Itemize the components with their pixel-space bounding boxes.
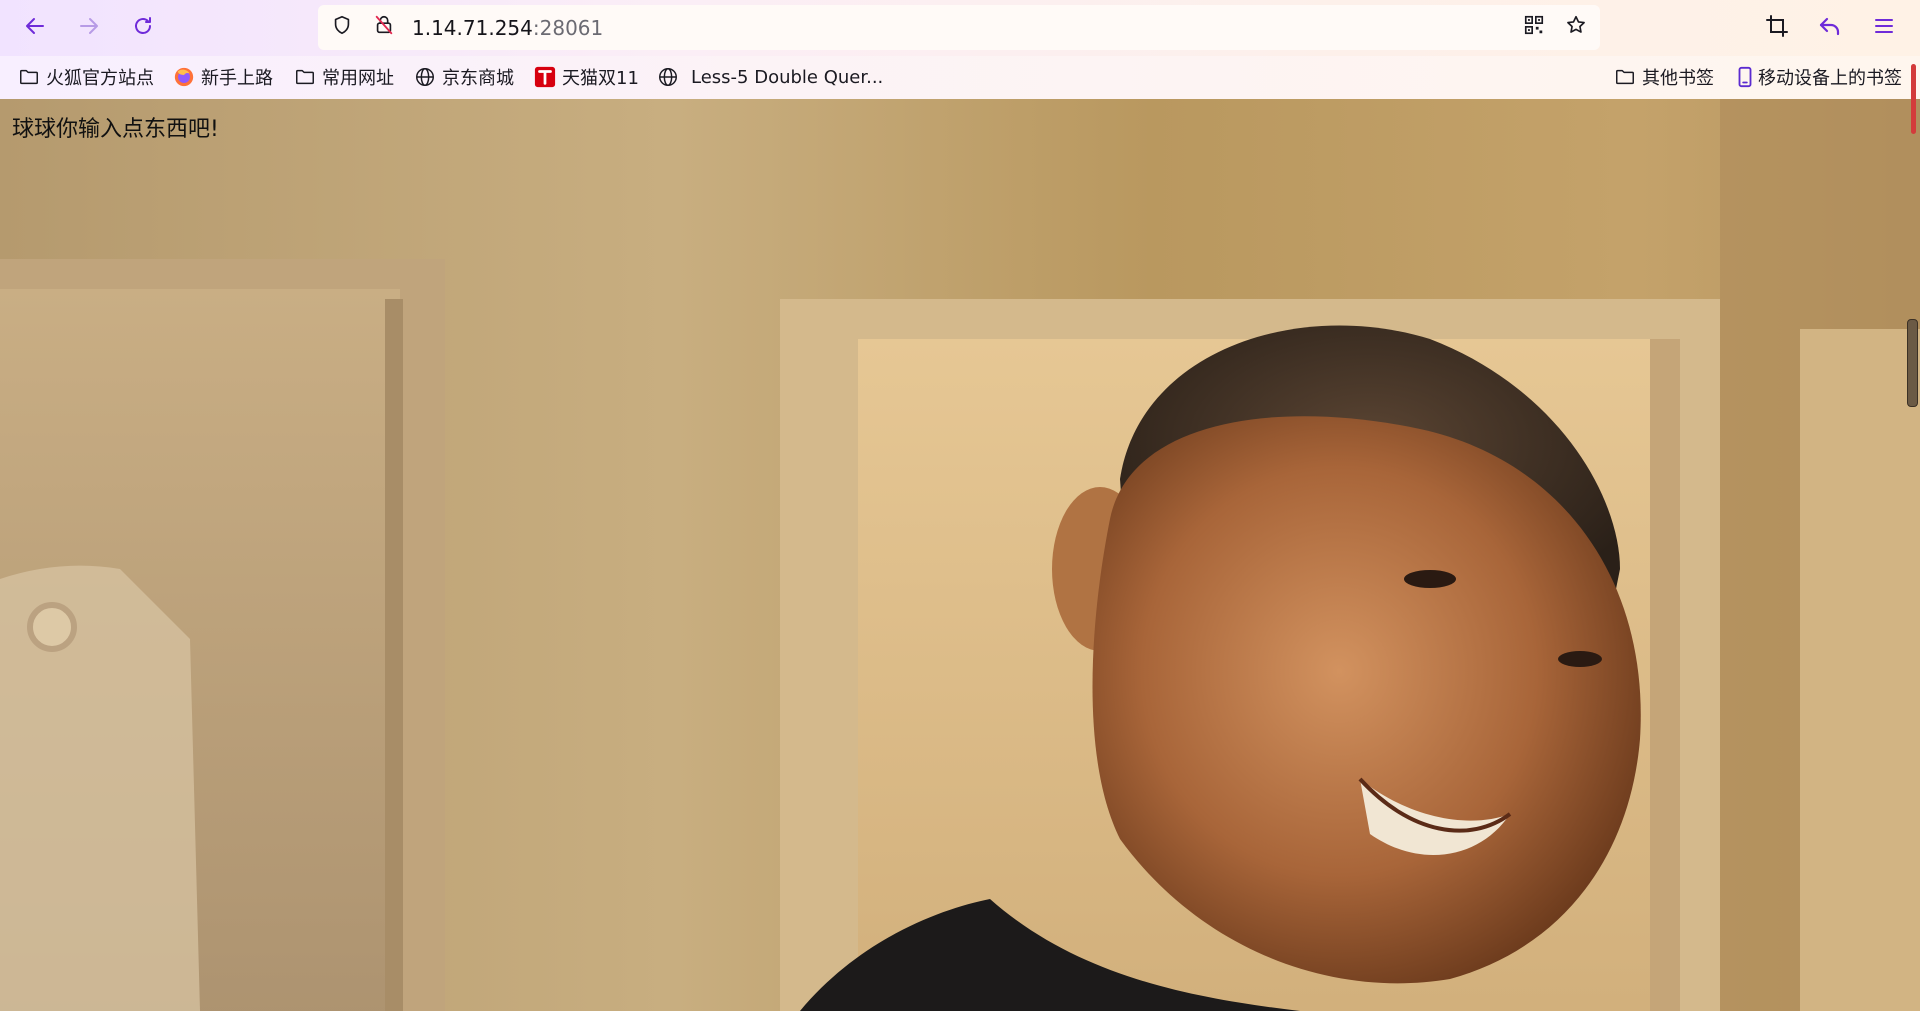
globe-icon <box>414 66 436 88</box>
bookmark-label: 新手上路 <box>201 68 273 89</box>
globe-icon <box>657 66 679 88</box>
folder-icon <box>18 66 40 88</box>
connection-info-button[interactable] <box>372 15 396 39</box>
bookmark-label: 火狐官方站点 <box>46 68 154 89</box>
url-port: :28061 <box>532 16 604 40</box>
bookmark-getting-started[interactable]: 新手上路 <box>173 63 273 91</box>
bookmarks-toolbar: 火狐官方站点 新手上路 常用网址 京东商城 天猫双11 Less-5 Doubl… <box>0 56 1920 100</box>
arrow-right-icon <box>77 14 101 42</box>
forward-button[interactable] <box>71 10 107 46</box>
mobile-icon <box>1734 66 1756 88</box>
folder-icon <box>1614 66 1636 88</box>
undo-closed-tab-button[interactable] <box>1812 10 1848 46</box>
insecure-lock-icon <box>373 14 395 40</box>
browser-window: 1.14.71.254:28061 火狐官方站点 新手上路 常用网址 京东商城 … <box>0 0 1920 1011</box>
bookmark-firefox-official[interactable]: 火狐官方站点 <box>18 63 154 91</box>
reload-button[interactable] <box>125 10 161 46</box>
bookmark-tmall[interactable]: 天猫双11 <box>534 63 639 91</box>
arrow-left-icon <box>23 14 47 42</box>
scroll-indicator <box>1911 64 1916 134</box>
bookmark-common-sites[interactable]: 常用网址 <box>294 63 394 91</box>
bookmark-jd[interactable]: 京东商城 <box>414 63 514 91</box>
bookmark-label: 京东商城 <box>442 68 514 89</box>
page-message: 球球你输入点东西吧! <box>12 117 219 142</box>
shield-icon <box>331 14 353 40</box>
crop-icon <box>1765 14 1789 42</box>
bookmark-less-5[interactable]: Less-5 Double Quer... <box>657 63 883 91</box>
star-icon <box>1565 14 1587 40</box>
url-text[interactable]: 1.14.71.254:28061 <box>412 16 603 40</box>
background-photo <box>0 99 1920 1011</box>
undo-arrow-icon <box>1818 14 1842 42</box>
qr-code-button[interactable] <box>1522 15 1546 39</box>
scrollbar-thumb[interactable] <box>1907 319 1918 407</box>
tmall-icon <box>534 66 556 88</box>
bookmark-label: 移动设备上的书签 <box>1758 68 1902 89</box>
bookmark-mobile-bookmarks[interactable]: 移动设备上的书签 <box>1734 63 1902 91</box>
firefox-icon <box>173 66 195 88</box>
url-bar[interactable]: 1.14.71.254:28061 <box>318 5 1600 50</box>
hamburger-menu-icon <box>1872 14 1896 42</box>
bookmark-label: 常用网址 <box>322 68 394 89</box>
folder-icon <box>294 66 316 88</box>
url-host: 1.14.71.254 <box>412 16 533 40</box>
bookmark-other-bookmarks[interactable]: 其他书签 <box>1614 63 1714 91</box>
bookmark-star-button[interactable] <box>1564 15 1588 39</box>
bookmark-label: 其他书签 <box>1642 68 1714 89</box>
vertical-scrollbar[interactable] <box>1904 99 1918 1011</box>
reload-icon <box>131 14 155 42</box>
tracking-protection-button[interactable] <box>330 15 354 39</box>
page-content: 球球你输入点东西吧! <box>0 99 1920 1011</box>
bookmark-label: Less-5 Double Quer... <box>691 66 884 88</box>
screenshot-button[interactable] <box>1759 10 1795 46</box>
bookmark-label: 天猫双11 <box>562 68 639 89</box>
app-menu-button[interactable] <box>1866 10 1902 46</box>
qr-code-icon <box>1523 14 1545 40</box>
navigation-toolbar: 1.14.71.254:28061 <box>0 0 1920 56</box>
back-button[interactable] <box>17 10 53 46</box>
